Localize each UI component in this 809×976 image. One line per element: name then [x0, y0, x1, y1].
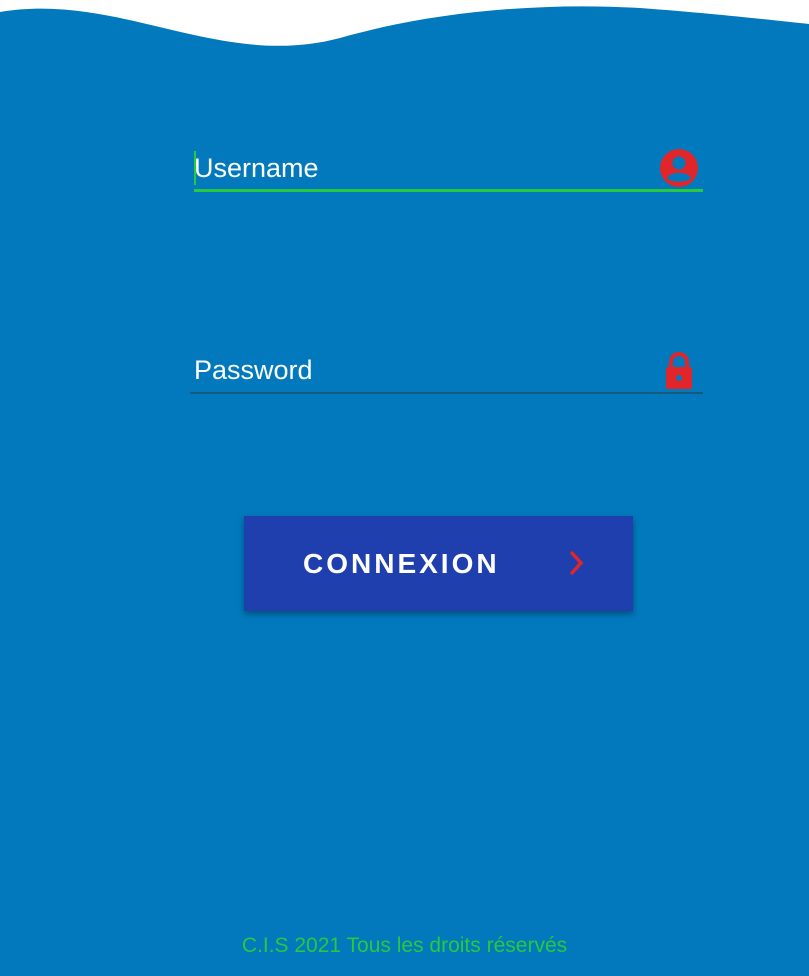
password-field	[190, 348, 703, 394]
username-field	[190, 146, 703, 192]
username-underline	[194, 189, 703, 192]
copyright-footer: C.I.S 2021 Tous les droits réservés	[241, 934, 568, 957]
connexion-button-label: CONNEXION	[303, 548, 500, 579]
password-input[interactable]	[190, 348, 630, 392]
connexion-button[interactable]: CONNEXION	[244, 516, 633, 611]
login-screen: CONNEXION C.I.S 2021 Tous les droits rés…	[0, 0, 809, 976]
account-circle-icon	[660, 149, 698, 187]
lock-icon	[666, 352, 692, 389]
chevron-right-icon	[569, 550, 584, 576]
password-underline	[190, 392, 703, 394]
text-cursor	[194, 151, 196, 185]
username-input[interactable]	[190, 146, 630, 190]
